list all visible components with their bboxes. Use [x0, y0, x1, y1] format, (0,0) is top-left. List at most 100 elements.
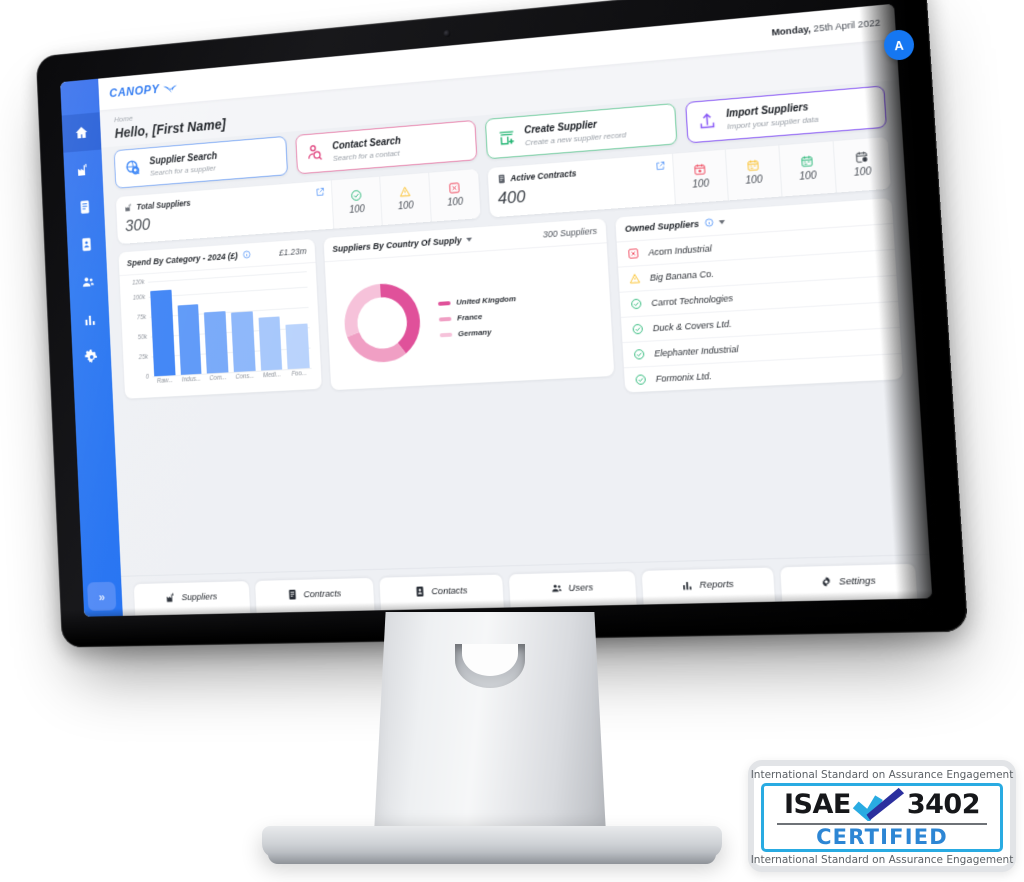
active-contracts-expand-icon[interactable]: [655, 160, 666, 174]
chart-bar[interactable]: [285, 323, 310, 369]
legend-label: France: [456, 312, 483, 323]
current-date: Monday, 25th April 2022: [771, 17, 880, 38]
contact-card-icon: [416, 586, 424, 597]
tab-contracts[interactable]: Contracts: [254, 577, 375, 613]
date-rest: 25th April 2022: [810, 16, 881, 35]
contracts-expiring-cell[interactable]: 100: [724, 144, 782, 200]
contracts-active-cell[interactable]: 100: [778, 140, 836, 197]
chart-y-tick: 100k: [132, 293, 146, 302]
isae-inner-frame: ISAE 3402 CERTIFIED: [761, 783, 1003, 853]
suppliers-warning-value: 100: [397, 200, 414, 213]
contracts-expiring-value: 100: [745, 174, 763, 187]
gear-icon: [822, 576, 831, 587]
donut-segment[interactable]: [353, 331, 402, 356]
contract-icon: [498, 174, 505, 183]
contact-search-card[interactable]: Contact Search Search for a contact: [294, 119, 478, 174]
supplier-search-card[interactable]: Supplier Search Search for a supplier: [113, 135, 288, 189]
contract-icon: [288, 589, 296, 600]
legend-item[interactable]: United Kingdom: [437, 294, 517, 308]
chart-x-tick: Com...: [209, 373, 227, 382]
supplier-name: Formonix Ltd.: [655, 370, 712, 384]
total-suppliers-label: Total Suppliers: [136, 197, 191, 212]
tab-suppliers[interactable]: Suppliers: [133, 581, 250, 616]
owned-suppliers-list: Acorn Industrial Big Banana Co. Carrot Tec…: [616, 223, 903, 392]
leaf-icon: [163, 82, 178, 94]
chart-x-tick: Medi...: [262, 371, 281, 379]
legend-label: United Kingdom: [455, 294, 517, 307]
chevron-down-icon[interactable]: [466, 237, 473, 242]
spend-bar-chart: 0 25k 50k 75k 100k 120k Raw... Indus... Com... C…: [119, 262, 321, 398]
check-circle-icon: [631, 322, 644, 335]
sidebar-expand-button[interactable]: »: [87, 581, 117, 611]
contracts-expired-cell[interactable]: 100: [671, 149, 728, 204]
tab-label: Contracts: [303, 588, 342, 600]
sidebar-item-settings[interactable]: [72, 337, 112, 377]
legend-label: Germany: [457, 327, 492, 339]
factory-icon: [125, 203, 131, 211]
dashboard-app: » CANOPY Monday, 25th April 2022 Home He…: [60, 3, 933, 617]
check-circle-icon: [350, 189, 363, 203]
donut-segment[interactable]: [349, 290, 382, 334]
chart-bars: [148, 271, 312, 376]
monitor-scene: » CANOPY Monday, 25th April 2022 Home He…: [0, 0, 1024, 882]
spend-widget-title: Spend By Category - 2024 (£): [126, 250, 238, 268]
chart-bar[interactable]: [177, 304, 202, 375]
chart-bar[interactable]: [258, 315, 283, 371]
total-suppliers-expand-icon[interactable]: [315, 186, 325, 199]
sidebar-item-suppliers[interactable]: [63, 150, 103, 190]
monitor-stand-base-front: [268, 852, 716, 864]
spend-total: £1.23m: [278, 245, 307, 258]
users-icon: [551, 584, 562, 592]
webcam-icon: [443, 29, 451, 38]
chart-y-tick: 25k: [138, 353, 149, 361]
chart-bar[interactable]: [204, 311, 229, 374]
tab-reports[interactable]: Reports: [641, 567, 775, 605]
suppliers-error-cell[interactable]: 100: [428, 168, 481, 222]
suppliers-ok-cell[interactable]: 100: [330, 176, 382, 229]
sidebar-item-reports[interactable]: [70, 299, 110, 339]
info-icon[interactable]: [242, 250, 251, 259]
tab-users[interactable]: Users: [508, 571, 637, 608]
main-column: CANOPY Monday, 25th April 2022 Home Hell…: [98, 3, 933, 616]
contracts-expired-value: 100: [691, 178, 710, 191]
donut-segment[interactable]: [380, 288, 414, 348]
chart-y-tick: 75k: [136, 313, 147, 321]
tab-label: Users: [568, 581, 594, 594]
calendar-clock-icon: [854, 150, 869, 164]
legend-item[interactable]: Germany: [439, 326, 518, 339]
check-circle-icon: [633, 347, 646, 360]
bar-chart-icon: [683, 582, 692, 590]
isae-caption-bottom: International Standard on Assurance Enga…: [750, 854, 1014, 867]
supplier-name: Duck & Covers Ltd.: [652, 318, 732, 333]
contracts-pending-cell[interactable]: 100: [832, 136, 891, 193]
content-area: Supplier Search Search for a supplier Co…: [101, 80, 929, 568]
legend-swatch: [439, 332, 453, 337]
tab-contacts[interactable]: Contacts: [379, 574, 504, 611]
date-day: Monday,: [771, 23, 812, 39]
donut-chart: [335, 275, 430, 370]
tab-settings[interactable]: Settings: [779, 563, 918, 602]
canopy-logo[interactable]: CANOPY: [109, 81, 178, 100]
sidebar-item-contacts[interactable]: [67, 224, 107, 264]
contact-search-icon: [304, 142, 325, 165]
sidebar-item-contracts[interactable]: [65, 187, 105, 227]
country-supplier-count: 300 Suppliers: [542, 225, 598, 240]
owned-widget-title: Owned Suppliers: [624, 218, 700, 234]
import-suppliers-icon: [695, 109, 719, 133]
sidebar-item-users[interactable]: [68, 262, 108, 302]
isae-word-right: 3402: [906, 788, 981, 820]
chevron-down-icon[interactable]: [718, 219, 725, 224]
chart-bar[interactable]: [150, 289, 176, 376]
calendar-red-icon: [693, 162, 707, 176]
supplier-name: Carrot Technologies: [651, 292, 734, 308]
isae-certified-label: CERTIFIED: [816, 825, 948, 849]
info-icon[interactable]: [704, 218, 714, 228]
legend-item[interactable]: France: [438, 310, 517, 323]
country-widget-title: Suppliers By Country Of Supply: [332, 234, 462, 254]
sidebar-expand-label: »: [98, 589, 106, 604]
sidebar-item-home[interactable]: [61, 112, 102, 153]
chart-bar[interactable]: [230, 311, 256, 372]
suppliers-warning-cell[interactable]: 100: [379, 172, 431, 225]
supplier-name: Acorn Industrial: [648, 242, 713, 258]
factory-icon: [166, 593, 174, 602]
